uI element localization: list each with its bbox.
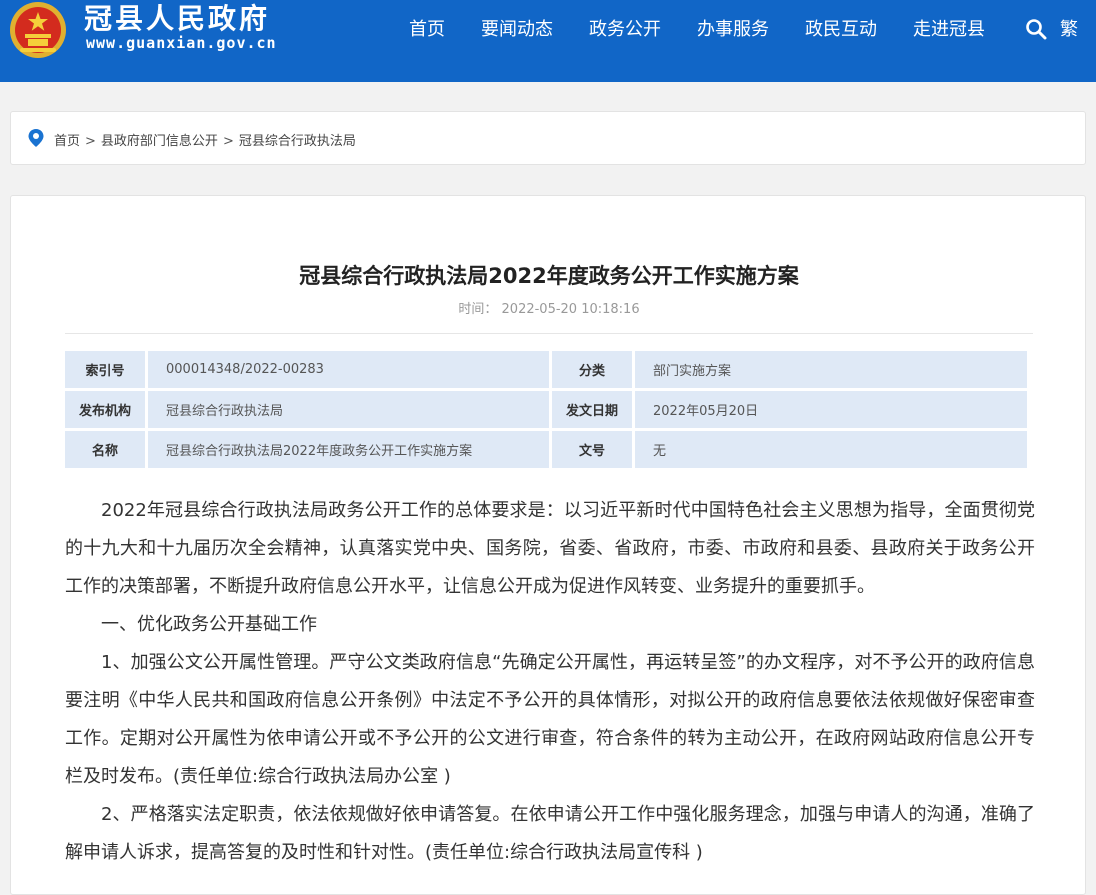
meta-row: 发布机构 冠县综合行政执法局 发文日期 2022年05月20日: [65, 391, 1027, 428]
body-paragraph: 2、严格落实法定职责，依法依规做好依申请答复。在依申请公开工作中强化服务理念，加…: [65, 804, 1035, 863]
nav-gov-affairs[interactable]: 政务公开: [589, 16, 661, 44]
name-value: 冠县综合行政执法局2022年度政务公开工作实施方案: [148, 431, 549, 468]
breadcrumb: 首页 > 县政府部门信息公开 > 冠县综合行政执法局: [10, 111, 1086, 165]
breadcrumb-separator: >: [222, 134, 234, 149]
nav-interaction[interactable]: 政民互动: [805, 16, 877, 44]
search-icon[interactable]: [1025, 18, 1047, 40]
nav-home[interactable]: 首页: [409, 16, 445, 44]
breadcrumb-separator: >: [85, 134, 96, 149]
national-emblem-icon: [10, 2, 66, 58]
name-label: 名称: [65, 431, 145, 468]
meta-row: 名称 冠县综合行政执法局2022年度政务公开工作实施方案 文号 无: [65, 431, 1027, 468]
docno-value: 无: [635, 431, 1027, 468]
traditional-chinese-toggle[interactable]: 繁: [1060, 16, 1078, 44]
nav-about[interactable]: 走进冠县: [913, 16, 985, 44]
breadcrumb-current[interactable]: 冠县综合行政执法局: [239, 134, 356, 149]
index-label: 索引号: [65, 351, 145, 388]
breadcrumb-home[interactable]: 首页: [54, 134, 80, 149]
time-value: 2022-05-20 10:18:16: [501, 302, 640, 317]
body-paragraph: 1、加强公文公开属性管理。严守公文类政府信息“先确定公开属性，再运转呈签”的办文…: [65, 652, 1035, 787]
site-name[interactable]: 冠县人民政府: [84, 2, 270, 36]
index-value: 000014348/2022-00283: [148, 351, 549, 388]
nav-news[interactable]: 要闻动态: [481, 16, 553, 44]
category-value: 部门实施方案: [635, 351, 1027, 388]
site-header: 冠县人民政府 www.guanxian.gov.cn 首页 要闻动态 政务公开 …: [0, 0, 1096, 82]
publisher-value: 冠县综合行政执法局: [148, 391, 549, 428]
article-title: 冠县综合行政执法局2022年度政务公开工作实施方案: [299, 264, 799, 288]
breadcrumb-trail: 首页 > 县政府部门信息公开 > 冠县综合行政执法局: [54, 130, 356, 149]
article-time: 时间： 2022-05-20 10:18:16: [11, 298, 1087, 317]
location-pin-icon: [28, 129, 44, 147]
docno-label: 文号: [552, 431, 632, 468]
title-divider: [65, 333, 1033, 334]
meta-row: 索引号 000014348/2022-00283 分类 部门实施方案: [65, 351, 1027, 388]
article-container: 冠县综合行政执法局2022年度政务公开工作实施方案 时间： 2022-05-20…: [10, 195, 1086, 895]
date-label: 发文日期: [552, 391, 632, 428]
breadcrumb-dept-info[interactable]: 县政府部门信息公开: [101, 134, 218, 149]
article-body: 2022年冠县综合行政执法局政务公开工作的总体要求是：以习近平新时代中国特色社会…: [65, 492, 1035, 872]
nav-services[interactable]: 办事服务: [697, 16, 769, 44]
article-meta-table: 索引号 000014348/2022-00283 分类 部门实施方案 发布机构 …: [62, 348, 1030, 471]
publisher-label: 发布机构: [65, 391, 145, 428]
site-url: www.guanxian.gov.cn: [86, 34, 277, 52]
time-label: 时间：: [458, 302, 498, 317]
date-value: 2022年05月20日: [635, 391, 1027, 428]
body-paragraph: 2022年冠县综合行政执法局政务公开工作的总体要求是：以习近平新时代中国特色社会…: [65, 500, 1035, 597]
category-label: 分类: [552, 351, 632, 388]
section-heading: 一、优化政务公开基础工作: [101, 614, 317, 635]
